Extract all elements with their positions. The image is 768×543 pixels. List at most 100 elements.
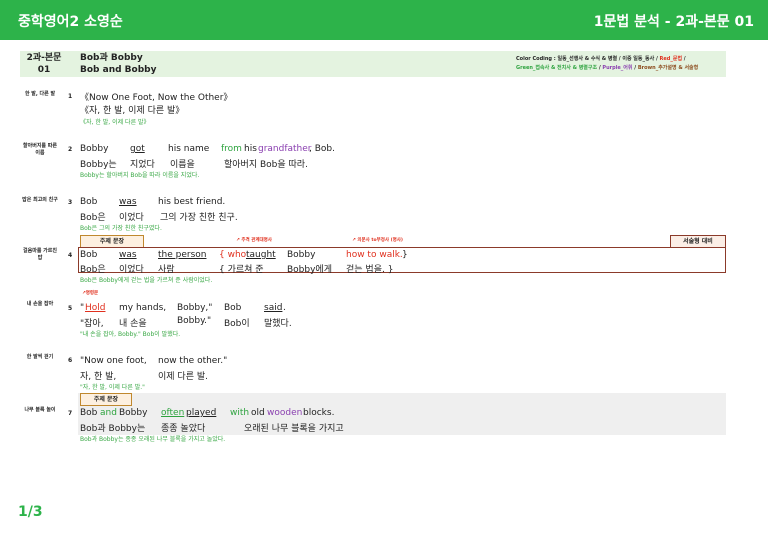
row-label: 걸음마를 가르친 밥 bbox=[18, 248, 62, 262]
gloss: 이었다 bbox=[119, 265, 144, 275]
lesson-title-en: Bob and Bobby bbox=[80, 65, 157, 75]
gloss: 이름을 bbox=[170, 160, 195, 170]
word-subject: Bob bbox=[80, 197, 98, 207]
word-period: . bbox=[283, 303, 286, 313]
sentence-en: 《Now One Foot, Now the Other》 bbox=[80, 93, 233, 103]
header-title: 중학영어2 소영순 bbox=[18, 14, 123, 30]
word-antecedent: the person bbox=[158, 250, 207, 260]
color-legend: Color Coding : 일동_선행사 & 수식 & 병렬 / 이중 일동_… bbox=[516, 55, 698, 73]
gloss: "잡아, bbox=[80, 319, 104, 329]
topic-sentence-tag: 주제 문장 bbox=[80, 393, 132, 406]
word-brace: } bbox=[402, 250, 408, 260]
header-bar: 중학영어2 소영순 1문법 분석 - 2과-본문 01 bbox=[0, 0, 768, 40]
word-old: old bbox=[251, 408, 265, 418]
gloss: Bobby는 bbox=[80, 160, 117, 170]
gloss: 그의 가장 친한 친구. bbox=[160, 213, 238, 223]
translation: Bobby는 할아버지 Bob을 따라 이름을 지었다. bbox=[80, 172, 200, 179]
lesson-number: 2과-본문 01 bbox=[24, 52, 64, 76]
word-bobby: Bobby," bbox=[177, 303, 213, 313]
annotation-text: 주격 관계대명사 bbox=[241, 238, 272, 243]
gloss: 지었다 bbox=[130, 160, 155, 170]
word-blocks: blocks. bbox=[303, 408, 335, 418]
gloss: Bob은 bbox=[80, 265, 106, 275]
annotation-text: 의문사 to부정사 (명사) bbox=[357, 238, 403, 243]
legend-green: Green_접속사 & 전치사 & 병렬구조 bbox=[516, 65, 598, 71]
word-played: played bbox=[186, 408, 217, 418]
gloss: 이었다 bbox=[119, 213, 144, 223]
word-object: his name bbox=[168, 144, 210, 154]
word-his: his bbox=[244, 144, 257, 154]
line-number: 6 bbox=[68, 357, 73, 364]
gloss: 자, 한 발, bbox=[80, 372, 117, 382]
word-bobby: Bobby bbox=[287, 250, 316, 260]
word-phrase: "Now one foot, bbox=[80, 356, 147, 366]
translation: 《자, 한 발, 이제 다른 발》 bbox=[80, 119, 150, 126]
word-subject: Bob bbox=[80, 250, 98, 260]
word-said: said bbox=[264, 303, 283, 313]
legend-purple: Purple_어휘 bbox=[602, 65, 633, 71]
line-number: 7 bbox=[68, 410, 73, 417]
word-phrase: now the other." bbox=[158, 356, 228, 366]
gloss: Bob과 Bobby는 bbox=[80, 424, 146, 434]
annotation-text: 명령문 bbox=[85, 291, 99, 296]
word-complement: his best friend. bbox=[158, 197, 226, 207]
translation: Bob과 Bobby는 종종 오래된 나무 블록을 가지고 놀았다. bbox=[80, 436, 226, 443]
lesson-number-line1: 2과-본문 bbox=[26, 53, 62, 63]
legend-red: Red_문법 bbox=[659, 56, 683, 62]
annotation-imperative: ↗명령문 bbox=[82, 290, 98, 296]
row-label: 나무 블록 놀이 bbox=[24, 407, 56, 413]
annotation-relative-pronoun: ↗ 주격 관계대명사 bbox=[236, 237, 272, 243]
translation: "자, 한 발, 이제 다른 발." bbox=[80, 384, 145, 391]
row-label: 할아버지를 따른 이름 bbox=[18, 143, 62, 157]
word-often: often bbox=[161, 408, 185, 418]
word-wooden: wooden bbox=[267, 408, 303, 418]
word-hold: Hold bbox=[85, 303, 106, 313]
word-bob: , Bob. bbox=[309, 144, 335, 154]
row-label: 한 발, 다른 발 bbox=[24, 91, 56, 97]
word-who: { who bbox=[219, 250, 247, 260]
annotation-to-infinitive: ↗ 의문사 to부정사 (명사) bbox=[352, 237, 403, 243]
gloss: Bob은 bbox=[80, 213, 106, 223]
gloss: Bobby에게 bbox=[287, 265, 332, 275]
row-label: 내 손을 잡아 bbox=[26, 301, 54, 307]
line-number: 1 bbox=[68, 93, 73, 100]
word-bob: Bob bbox=[80, 408, 98, 418]
gloss: Bob이 bbox=[224, 319, 250, 329]
curve-arrow-icon: ↗ bbox=[236, 238, 240, 243]
row-label-line2: 밥 bbox=[37, 255, 43, 261]
row-label-line1: 할아버지를 따른 bbox=[23, 143, 57, 149]
line-number: 5 bbox=[68, 305, 73, 312]
page-number: 1/3 bbox=[18, 504, 43, 520]
lesson-title: Bob과 Bobby Bob and Bobby bbox=[80, 52, 156, 76]
lesson-number-line2: 01 bbox=[37, 65, 51, 75]
row-label-line2: 이름 bbox=[35, 150, 45, 156]
line-number: 2 bbox=[68, 146, 73, 153]
gloss: 할아버지 Bob을 따라. bbox=[224, 160, 308, 170]
gloss: 종종 놀았다 bbox=[161, 424, 206, 434]
gloss: 말했다. bbox=[264, 319, 292, 329]
translation: "내 손을 잡아, Bobby." Bob이 말했다. bbox=[80, 331, 181, 338]
gloss: 사람 bbox=[158, 265, 175, 275]
word-taught: taught bbox=[246, 250, 276, 260]
word-how-to-walk: how to walk. bbox=[346, 250, 403, 260]
word-subject: Bobby bbox=[80, 144, 109, 154]
word-grandfather: grandfather bbox=[258, 144, 312, 154]
word-and: and bbox=[100, 408, 117, 418]
header-right-title: 1문법 분석 - 2과-본문 01 bbox=[593, 14, 754, 30]
word-bob: Bob bbox=[224, 303, 242, 313]
line-number: 3 bbox=[68, 199, 73, 206]
word-verb: was bbox=[119, 250, 137, 260]
word-preposition: from bbox=[221, 144, 242, 154]
translation: Bob은 그의 가장 친한 친구였다. bbox=[80, 225, 162, 232]
row-label: 밥은 최고의 친구 bbox=[22, 197, 58, 203]
word-with: with bbox=[230, 408, 250, 418]
word-verb: was bbox=[119, 197, 137, 207]
word-my-hands: my hands, bbox=[119, 303, 167, 313]
lesson-title-ko: Bob과 Bobby bbox=[80, 53, 143, 63]
gloss: 내 손을 bbox=[119, 319, 147, 329]
legend-prefix: Color Coding : 일동_선행사 & 수식 & 병렬 / 이중 일동_… bbox=[516, 56, 660, 62]
translation: Bob은 Bobby에게 걷는 법을 가르쳐 준 사람이었다. bbox=[80, 277, 213, 284]
row-label: 한 발씩 걷기 bbox=[26, 354, 54, 360]
word-verb: got bbox=[130, 144, 145, 154]
curve-arrow-icon: ↗ bbox=[352, 238, 356, 243]
